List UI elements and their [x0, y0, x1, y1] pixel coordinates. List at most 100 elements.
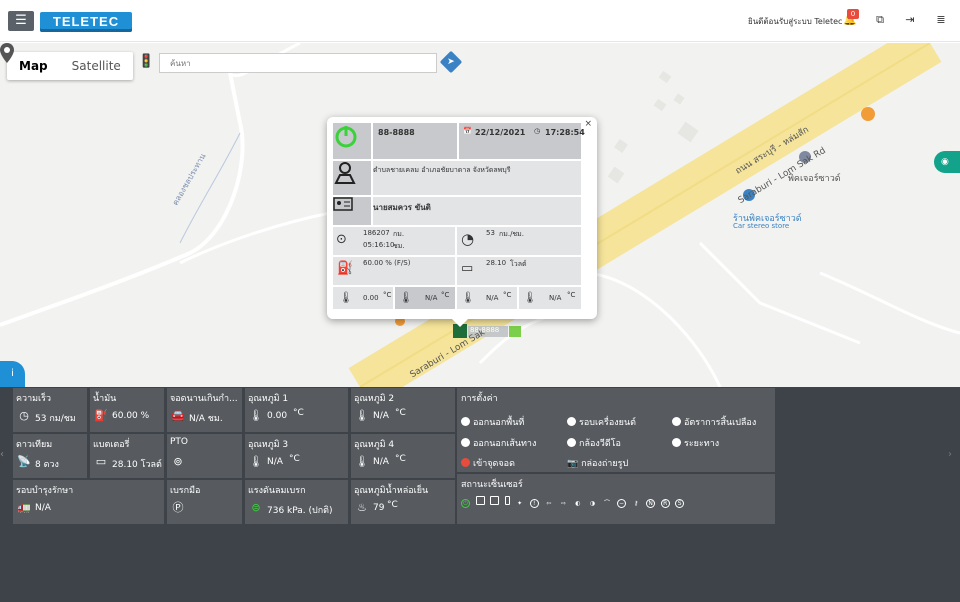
scroll-left-icon[interactable]: ‹ [0, 449, 10, 465]
popup-temp2-unit: °C [441, 291, 450, 299]
radio-icon [672, 438, 681, 447]
neutral-icon: N [646, 499, 656, 508]
calendar-icon: 📅 [463, 127, 472, 135]
vehicle-info-popup: × 88-8888 📅 22/12/2021 ◷ 17:28:54 ตำบลชา… [327, 117, 597, 327]
popup-temp4: N/A [549, 294, 562, 302]
map-type-satellite-button[interactable]: Satellite [60, 52, 133, 80]
settings-title: การตั้งค่า [461, 394, 498, 404]
temp2-unit: °C [395, 408, 406, 418]
fuel-label: น้ำมัน [93, 394, 117, 404]
maintenance-icon: 🚛 [17, 501, 31, 514]
scroll-right-icon[interactable]: › [948, 449, 958, 465]
popup-temp3: N/A [486, 294, 499, 302]
welcome-text: ยินดีต้อนรับสู่ระบบ Teletec [748, 17, 843, 26]
thermometer-icon: 🌡 [249, 455, 263, 468]
option-engine-rpm[interactable]: รอบเครื่องยนต์ [567, 415, 636, 429]
popup-odometer-unit: กม. [393, 230, 405, 238]
battery-tile: แบตเตอรี่ ▭ 28.10 โวลต์ [90, 434, 164, 478]
temp4-value: N/A [373, 457, 389, 467]
wiper-icon: ⌒ [603, 500, 610, 507]
option-out-of-zone[interactable]: ออกนอกพื้นที่ [461, 415, 524, 429]
clock-icon: ◷ [534, 127, 541, 135]
pto-tile: PTO ⊚ [167, 434, 242, 478]
brake-warning-icon: ! [529, 499, 539, 508]
popup-temp4-unit: °C [567, 291, 576, 299]
headlight-high-icon: ◑ [589, 500, 596, 507]
logout-icon[interactable]: ⇥ [902, 12, 918, 28]
pto-label: PTO [170, 437, 189, 447]
maintenance-tile: รอบบำรุงรักษา 🚛 N/A [13, 480, 164, 524]
battery-icon: ▭ [461, 261, 474, 276]
popup-driver: นายสมควร ขันติ [373, 203, 431, 212]
radio-icon [567, 417, 576, 426]
copy-icon[interactable]: ⧉ [872, 12, 888, 28]
map-view[interactable]: ถนน สระบุรี - หล่มสัก Saraburi - Lom Sak… [0, 43, 960, 387]
option-photo-camera[interactable]: 📷 กล่องถ่ายรูป [567, 456, 628, 470]
door-icon [490, 496, 500, 505]
radio-icon [672, 417, 681, 426]
reverse-icon: R [660, 499, 670, 508]
option-video-camera[interactable]: กล้องวีดีโอ [567, 436, 621, 450]
popup-battery: 28.10 [486, 259, 507, 267]
seat-icon [504, 496, 510, 505]
speed-limit-icon: S [675, 499, 685, 508]
coolant-label: อุณหภูมิน้ำหล่อเย็น [354, 486, 429, 496]
popup-engine-hours-unit: ชม. [393, 242, 405, 250]
popup-battery-unit: โวลต์ [510, 260, 527, 268]
pressure-icon: ⊜ [251, 501, 261, 514]
battery-value: 28.10 โวลต์ [112, 460, 162, 470]
traffic-light-icon[interactable]: 🚦 [138, 54, 154, 74]
header-bar: ☰ TELETEC ยินดีต้อนรับสู่ระบบ Teletec 🔔 … [0, 0, 960, 42]
option-off-route[interactable]: ออกนอกเส้นทาง [461, 436, 536, 450]
menu-toggle-button[interactable]: ☰ [8, 11, 34, 31]
handbrake-label: เบรกมือ [170, 486, 201, 496]
location-pin-icon[interactable] [0, 43, 14, 63]
settings-box: การตั้งค่า ออกนอกพื้นที่ รอบเครื่องยนต์ … [457, 388, 775, 472]
popup-speed: 53 [486, 229, 495, 237]
radio-icon [461, 417, 470, 426]
key-icon: ⚷ [633, 500, 639, 507]
thermometer-icon: 🌡 [461, 291, 475, 304]
hamburger-icon: ☰ [15, 13, 27, 28]
fuel-pump-icon: ⛽ [337, 261, 354, 276]
map-type-map-button[interactable]: Map [7, 52, 60, 80]
notification-badge: 0 [847, 9, 859, 19]
maintenance-value: N/A [35, 503, 51, 513]
thermometer-icon: 🌡 [249, 409, 263, 422]
poi-label-1[interactable]: พิคเจอร์ซาวด์ [788, 171, 841, 185]
side-panel-toggle-icon[interactable]: ◉ [934, 151, 960, 173]
thermometer-icon: 🌡 [355, 455, 369, 468]
teletec-logo[interactable]: TELETEC [40, 12, 132, 32]
map-type-toggle: Map Satellite [7, 52, 133, 80]
popup-fuel: 60.00 % (F/S) [363, 259, 411, 267]
temp3-label: อุณหภูมิ 3 [248, 440, 289, 450]
temp2-label: อุณหภูมิ 2 [354, 394, 395, 404]
power-icon [333, 123, 371, 159]
satellite-tile: ดาวเทียม 📡 8 ดวง [13, 434, 87, 478]
poi-sub-label: Car stereo store [733, 222, 790, 230]
thermometer-icon: 🌡 [355, 409, 369, 422]
temp4-label: อุณหภูมิ 4 [354, 440, 395, 450]
close-icon[interactable]: × [584, 119, 592, 129]
speed-tile: ความเร็ว ◷ 53 กม/ชม [13, 388, 87, 432]
vehicle-plate-label[interactable]: 88-8888 [470, 326, 499, 334]
speed-value: 53 กม/ชม [35, 414, 76, 424]
popup-plate: 88-8888 [378, 128, 415, 137]
sensor-status-box: สถานะเซ็นเซอร์ ⏻ ✦ ! ⇦ ⇨ ◐ ◑ ⌒ − ⚷ N R S [457, 474, 775, 524]
coolant-unit: °C [387, 500, 398, 510]
option-distance[interactable]: ระยะทาง [672, 436, 719, 450]
speedometer-icon: ◔ [461, 230, 475, 248]
option-fuel-rate[interactable]: อัตราการสิ้นเปลือง [672, 415, 756, 429]
list-icon[interactable]: ≣ [933, 12, 949, 28]
map-search-input[interactable] [159, 53, 437, 73]
radio-icon [461, 458, 470, 467]
thermometer-icon: 🌡 [523, 291, 537, 304]
info-icon[interactable]: i [0, 361, 25, 387]
option-parking-point[interactable]: เข้าจุดจอด [461, 456, 515, 470]
temp3-unit: °C [289, 454, 300, 464]
no-entry-icon: − [617, 499, 627, 508]
fuel-pump-icon: ⛽ [94, 409, 108, 422]
id-card-icon [333, 197, 371, 225]
satellite-label: ดาวเทียม [16, 440, 53, 450]
parking-value: N/A ชม. [189, 414, 223, 424]
